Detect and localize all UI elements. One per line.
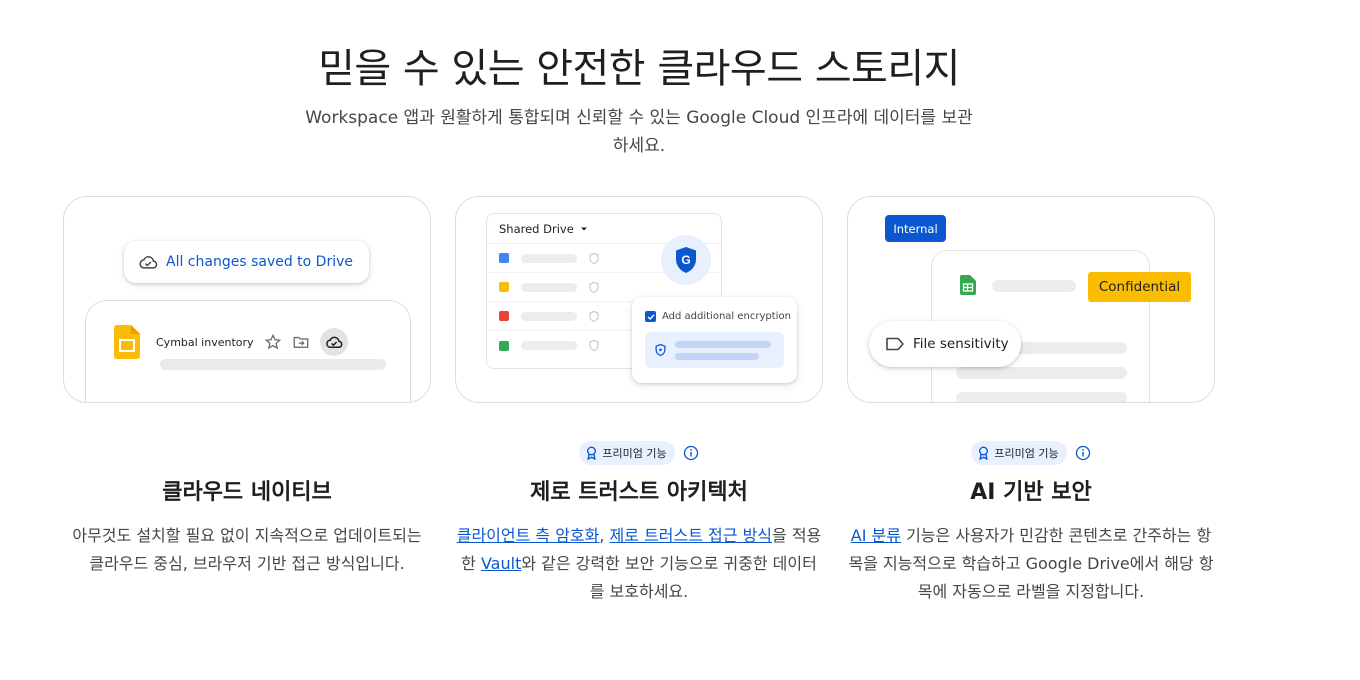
file-sensitivity-text: File sensitivity (913, 336, 1009, 352)
dropdown-arrow-icon[interactable] (580, 226, 588, 232)
save-status-text: All changes saved to Drive (166, 254, 354, 270)
feature-description: AI 분류 기능은 사용자가 민감한 콘텐츠로 간주하는 항목을 지능적으로 학… (848, 526, 1214, 601)
sheets-file-icon (499, 340, 509, 351)
star-icon[interactable] (264, 333, 282, 351)
award-icon (587, 446, 597, 460)
award-icon (979, 446, 989, 460)
premium-badge: 프리미엄 기능 (579, 441, 675, 465)
slides-file-icon (499, 282, 509, 292)
premium-badge: 프리미엄 기능 (971, 441, 1067, 465)
encryption-checkbox[interactable] (645, 311, 656, 322)
file-name-placeholder (521, 282, 577, 292)
client-side-encryption-link[interactable]: 클라이언트 측 암호화 (457, 526, 600, 545)
slides-file-icon (114, 325, 140, 359)
move-to-folder-icon[interactable] (292, 333, 310, 351)
shared-drive-label: Shared Drive (499, 221, 574, 236)
google-shield-icon: G (661, 235, 711, 285)
shield-icon (589, 252, 599, 264)
encryption-label: Add additional encryption (662, 311, 791, 322)
premium-badge-row: 프리미엄 기능 (847, 440, 1215, 466)
shield-icon (589, 310, 599, 322)
pdf-file-icon (499, 311, 509, 321)
page-subtitle: Workspace 앱과 원활하게 통합되며 신뢰할 수 있는 Google C… (305, 108, 973, 156)
content-placeholder (956, 392, 1127, 402)
shield-icon (589, 340, 599, 351)
zero-trust-link[interactable]: 제로 트러스트 접근 방식 (610, 526, 772, 545)
key-placeholder (675, 353, 759, 360)
file-name-placeholder (521, 253, 577, 263)
cloud-native-illustration: All changes saved to Drive Cymbal invent… (63, 196, 431, 403)
svg-text:G: G (681, 253, 690, 267)
key-placeholder (675, 341, 771, 348)
title-placeholder (992, 280, 1076, 292)
file-name-placeholder (521, 341, 577, 350)
premium-badge-row: 프리미엄 기능 (455, 440, 823, 466)
document-panel: Cymbal inventory (85, 300, 411, 402)
document-name: Cymbal inventory (156, 335, 254, 349)
file-name-placeholder (521, 311, 577, 321)
encryption-panel: Add additional encryption (632, 297, 797, 383)
internal-label-tag: Internal (885, 215, 946, 242)
premium-badge-label: 프리미엄 기능 (994, 447, 1059, 460)
docs-file-icon (499, 253, 509, 263)
zero-trust-illustration: Shared Drive G Add additional encryption (455, 196, 823, 403)
confidential-label-tag: Confidential (1088, 272, 1191, 302)
info-icon[interactable] (683, 445, 699, 461)
encryption-key-field (645, 332, 784, 368)
feature-description: 클라이언트 측 암호화, 제로 트러스트 접근 방식을 적용한 Vault와 같… (456, 526, 822, 601)
cloud-done-icon (325, 336, 342, 348)
file-sensitivity-chip: File sensitivity (869, 321, 1021, 367)
info-icon[interactable] (1075, 445, 1091, 461)
vault-link[interactable]: Vault (481, 554, 521, 573)
page-title: 믿을 수 있는 안전한 클라우드 스토리지 (318, 46, 960, 92)
shield-icon (589, 281, 599, 293)
sheets-file-icon (960, 275, 976, 295)
content-placeholder (956, 367, 1127, 379)
feature-title: 클라우드 네이티브 (162, 480, 332, 505)
shield-icon (655, 344, 666, 356)
content-placeholder (160, 359, 386, 370)
save-status-chip: All changes saved to Drive (124, 241, 369, 283)
ai-classification-link[interactable]: AI 분류 (851, 526, 901, 545)
feature-description: 아무것도 설치할 필요 없이 지속적으로 업데이트되는 클라우드 중심, 브라우… (72, 526, 422, 573)
cloud-done-icon (139, 256, 158, 269)
premium-badge-label: 프리미엄 기능 (602, 447, 667, 460)
ai-security-illustration: Internal Confidential File sensitivity (847, 196, 1215, 403)
label-icon (886, 337, 904, 351)
feature-title: AI 기반 보안 (970, 480, 1092, 505)
cloud-status-button[interactable] (319, 328, 348, 356)
feature-title: 제로 트러스트 아키텍처 (530, 480, 748, 505)
